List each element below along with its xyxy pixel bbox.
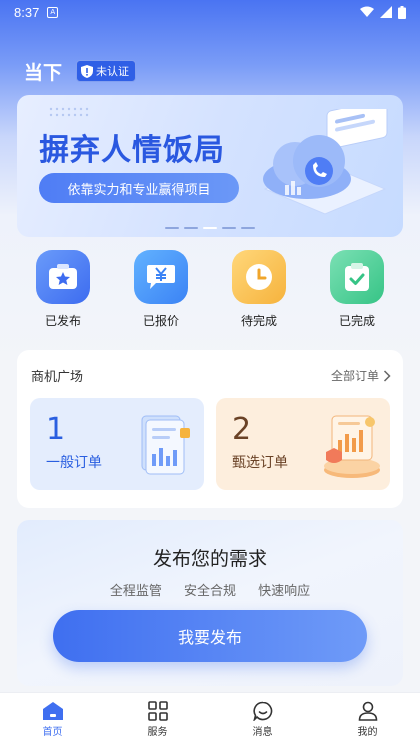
publish-button[interactable]: 我要发布 [53, 610, 367, 662]
star-card-icon [36, 250, 90, 304]
verification-badge[interactable]: 未认证 [76, 60, 137, 82]
bottom-tab-bar: 首页 服务 消息 我的 [0, 692, 420, 746]
carousel-dot[interactable] [165, 227, 179, 229]
wifi-icon [360, 6, 374, 17]
general-orders-number: 1 [46, 412, 66, 447]
user-icon [358, 701, 377, 721]
quick-action-quoted[interactable]: 已报价 [121, 250, 201, 330]
publish-features: 全程监管 安全合规 快速响应 [17, 580, 403, 599]
notification-a-icon: A [47, 6, 59, 18]
dots-decoration [49, 107, 89, 117]
page-title: 当下 [24, 61, 63, 84]
business-market-card: 商机广场 全部订单 1 一般订单 2 甄选订单 [17, 350, 403, 508]
status-time: 8:37 [14, 4, 40, 20]
quick-action-published[interactable]: 已发布 [23, 250, 103, 330]
verification-badge-label: 未认证 [96, 65, 130, 78]
tab-home[interactable]: 首页 [23, 701, 83, 738]
signal-icon [380, 6, 392, 18]
tab-messages[interactable]: 消息 [233, 701, 293, 738]
battery-icon [398, 5, 406, 19]
publish-demand-card: 发布您的需求 全程监管 安全合规 快速响应 我要发布 [17, 520, 403, 686]
market-header: 商机广场 全部订单 [31, 366, 391, 385]
carousel-dot[interactable] [184, 227, 198, 229]
all-orders-label: 全部订单 [330, 369, 379, 383]
home-icon [42, 702, 63, 720]
status-icons [360, 5, 406, 19]
feature-compliance: 安全合规 [183, 584, 236, 599]
banner-subtitle: 依靠实力和专业赢得项目 [39, 173, 239, 203]
carousel-dot[interactable] [241, 227, 255, 229]
premium-chart-icon [324, 415, 380, 478]
document-chart-icon [141, 415, 190, 475]
market-title: 商机广场 [31, 370, 84, 385]
quick-action-label: 已完成 [338, 314, 375, 328]
quick-action-label: 已报价 [142, 314, 179, 328]
grid-icon [147, 701, 168, 721]
yen-chat-icon [134, 250, 188, 304]
selected-orders-number: 2 [232, 412, 252, 447]
checked-clipboard-icon [330, 250, 384, 304]
selected-orders-label: 甄选订单 [232, 455, 288, 471]
tab-label: 我的 [357, 727, 378, 738]
selected-orders-tile[interactable]: 2 甄选订单 [216, 398, 390, 490]
chat-icon [252, 701, 272, 721]
cloud-phone-illustration [263, 109, 388, 215]
quick-action-completed[interactable]: 已完成 [317, 250, 397, 330]
general-orders-tile[interactable]: 1 一般订单 [30, 398, 204, 490]
feature-supervision: 全程监管 [109, 584, 162, 599]
tab-label: 服务 [147, 727, 168, 738]
carousel-dot[interactable] [222, 227, 236, 229]
banner-title: 摒弃人情饭局 [39, 133, 225, 168]
quick-action-label: 已发布 [44, 314, 81, 328]
quick-action-label: 待完成 [240, 314, 277, 328]
carousel-indicator [17, 227, 403, 229]
tab-services[interactable]: 服务 [128, 701, 188, 738]
promo-banner[interactable]: 摒弃人情饭局 依靠实力和专业赢得项目 [17, 95, 403, 237]
clock-icon [232, 250, 286, 304]
page-header: 当下 未认证 [24, 58, 137, 84]
tab-label: 首页 [42, 727, 63, 738]
tab-profile[interactable]: 我的 [338, 701, 398, 738]
publish-title: 发布您的需求 [152, 548, 267, 570]
quick-action-pending[interactable]: 待完成 [219, 250, 299, 330]
chevron-right-icon [383, 369, 391, 382]
general-orders-label: 一般订单 [46, 455, 102, 471]
feature-fast-response: 快速响应 [258, 584, 311, 599]
quick-actions: 已发布 已报价 待完成 已完成 [0, 250, 420, 330]
status-bar: 8:37 A [0, 0, 420, 24]
tab-label: 消息 [252, 727, 273, 738]
all-orders-link[interactable]: 全部订单 [331, 367, 391, 384]
carousel-dot-active[interactable] [203, 227, 217, 229]
shield-icon [81, 64, 94, 78]
